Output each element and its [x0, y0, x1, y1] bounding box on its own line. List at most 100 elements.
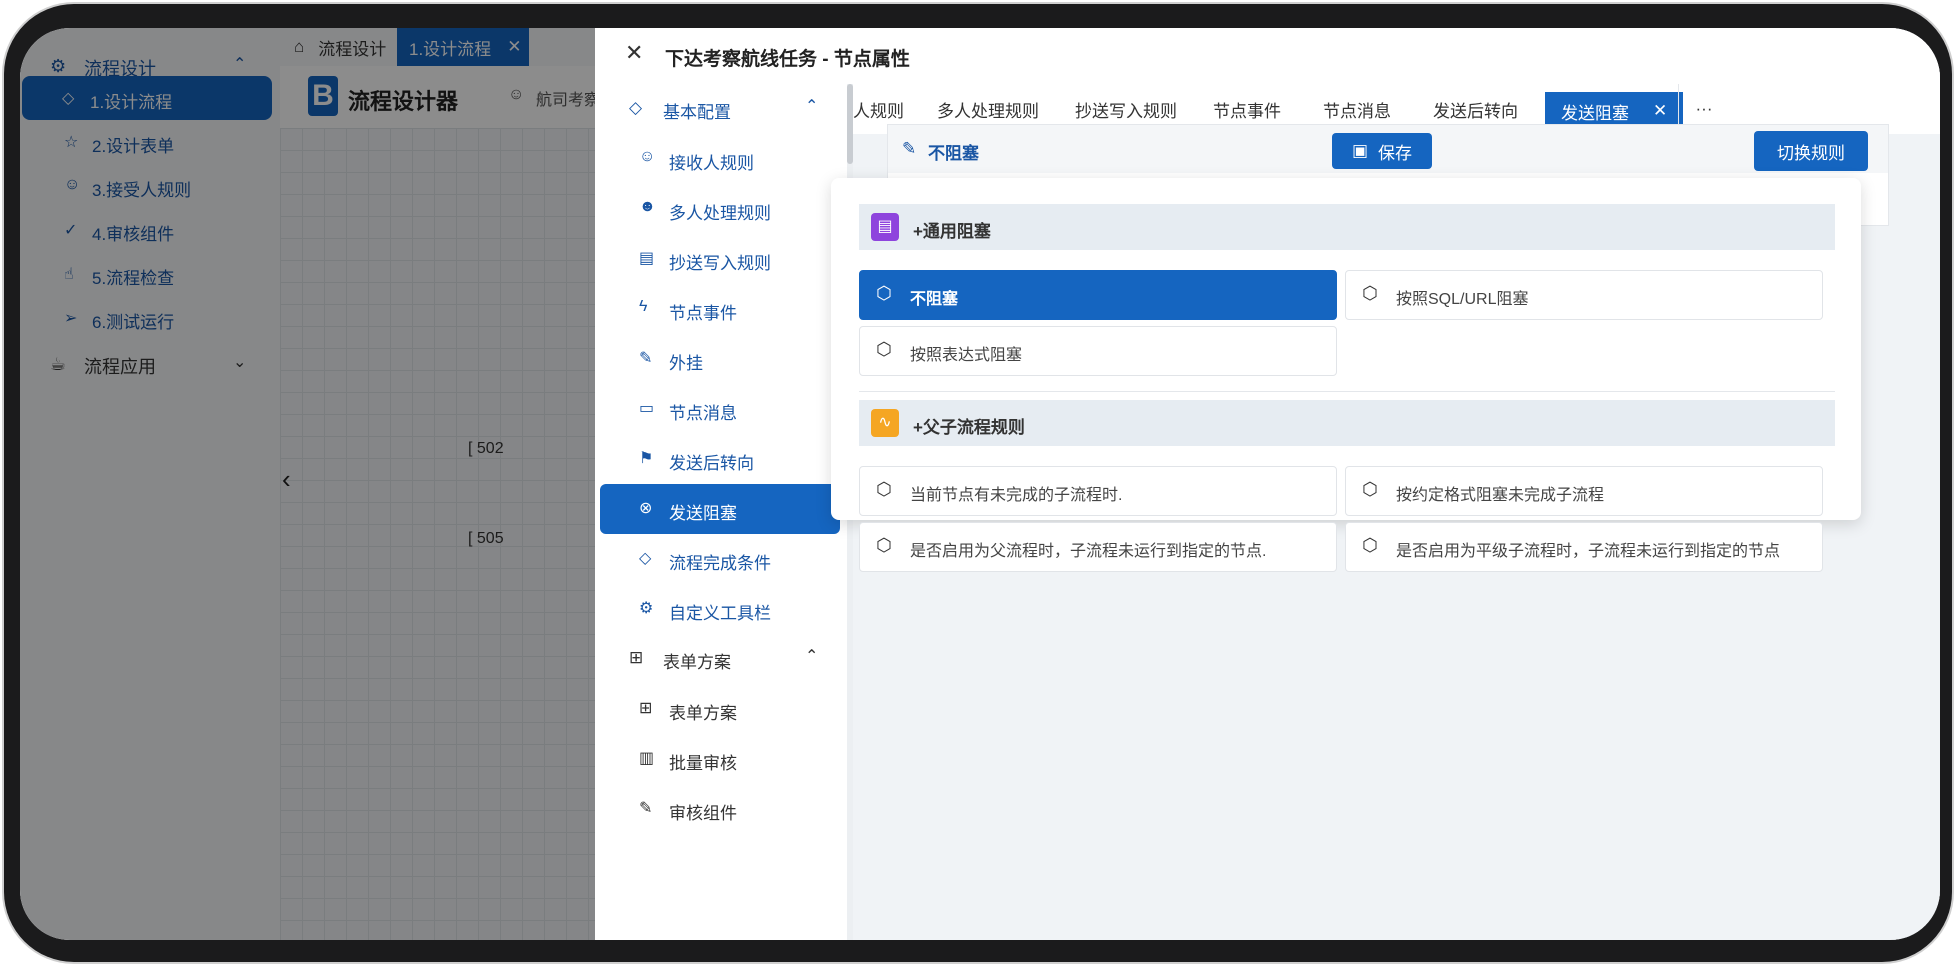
activity-icon: ∿ — [871, 409, 899, 437]
close-icon[interactable]: ✕ — [625, 40, 643, 66]
menu-item-form-scheme[interactable]: ⊞ 表单方案 — [595, 684, 847, 734]
users-icon: ☻ — [639, 198, 656, 215]
tab-label: 节点事件 — [1213, 101, 1281, 121]
screen: ⚙ 流程设计 ⌃ ◇ 1.设计流程 ☆ 2.设计表单 ☺ 3.接受人规则 ✓ 4… — [20, 28, 1940, 940]
menu-item-audit-component[interactable]: ✎ 审核组件 — [595, 784, 847, 834]
menu-item-node-messages[interactable]: ▭ 节点消息 — [595, 384, 847, 434]
option-label: 按照表达式阻塞 — [910, 347, 1023, 364]
rule-select-popup: ▤ +通用阻塞 ⬡ 不阻塞 ⬡ 按照SQL/URL阻塞 ⬡ 按照表达式阻塞 ∿ … — [831, 178, 1861, 572]
hexagon-icon: ⬡ — [876, 339, 892, 359]
option-label: 是否启用为父流程时，子流程未运行到指定的节点. — [910, 543, 1267, 560]
drawer-menu: ◇ 基本配置 ⌃ ☺ 接收人规则 ☻ 多人处理规则 ▤ 抄送写入规则 ϟ 节点事… — [595, 84, 847, 940]
menu-item-multi-rules[interactable]: ☻ 多人处理规则 — [595, 184, 847, 234]
edit-icon: ✎ — [639, 800, 653, 817]
chevron-up-icon: ⌃ — [805, 648, 819, 665]
switch-rule-button[interactable]: 切换规则 — [1754, 131, 1868, 171]
save-button[interactable]: ▣ 保存 — [1332, 133, 1432, 169]
menu-item-label: 外挂 — [669, 354, 703, 373]
menu-group-label: 表单方案 — [663, 653, 731, 672]
section-subflow-rules: ∿ +父子流程规则 — [859, 400, 1835, 446]
hexagon-icon: ⬡ — [1362, 535, 1378, 555]
option-label: 不阻塞 — [910, 291, 959, 308]
chevron-up-icon: ⌃ — [805, 98, 819, 115]
close-icon[interactable]: ✕ — [1653, 101, 1667, 121]
batch-icon: ▥ — [639, 750, 655, 767]
menu-item-complete-condition[interactable]: ◇ 流程完成条件 — [595, 534, 847, 584]
edit-icon: ✎ — [902, 139, 917, 158]
save-icon: ▣ — [1351, 141, 1369, 160]
bolt-icon: ϟ — [639, 298, 648, 315]
menu-group-form[interactable]: ⊞ 表单方案 ⌃ — [595, 634, 847, 684]
option-label: 当前节点有未完成的子流程时. — [910, 487, 1123, 504]
menu-group-basic[interactable]: ◇ 基本配置 ⌃ — [595, 84, 847, 134]
message-icon: ▭ — [639, 400, 655, 417]
option-parent-flow-node[interactable]: ⬡ 是否启用为父流程时，子流程未运行到指定的节点. — [859, 522, 1337, 572]
menu-item-custom-toolbar[interactable]: ⚙ 自定义工具栏 — [595, 584, 847, 634]
option-format-block-subflow[interactable]: ⬡ 按约定格式阻塞未完成子流程 — [1345, 466, 1823, 516]
block-icon: ⊗ — [639, 500, 653, 517]
menu-item-label: 节点消息 — [669, 404, 737, 423]
menu-item-receiver-rules[interactable]: ☺ 接收人规则 — [595, 134, 847, 184]
section-divider — [859, 391, 1835, 392]
menu-item-after-send[interactable]: ⚑ 发送后转向 — [595, 434, 847, 484]
hexagon-icon: ⬡ — [1362, 283, 1378, 303]
drawer-header: ✕ 下达考察航线任务 - 节点属性 — [595, 28, 1940, 84]
plug-icon: ✎ — [639, 350, 653, 367]
menu-item-label: 流程完成条件 — [669, 554, 771, 573]
rule-card-header: ✎ 不阻塞 ▣ 保存 切换规则 — [888, 125, 1888, 173]
option-label: 是否启用为平级子流程时，子流程未运行到指定的节点 — [1396, 543, 1781, 560]
gear-icon: ⚙ — [639, 600, 654, 617]
switch-label: 切换规则 — [1777, 143, 1845, 163]
hexagon-icon: ⬡ — [1362, 479, 1378, 499]
book-icon: ▤ — [639, 250, 655, 267]
tab-label: 发送阻塞 — [1561, 103, 1629, 123]
droplet-icon: ◇ — [629, 98, 643, 117]
menu-item-send-block[interactable]: ⊗ 发送阻塞 — [600, 484, 840, 534]
menu-item-label: 自定义工具栏 — [669, 604, 771, 623]
option-expression-block[interactable]: ⬡ 按照表达式阻塞 — [859, 326, 1337, 376]
menu-item-label: 表单方案 — [669, 704, 737, 723]
menu-item-label: 多人处理规则 — [669, 204, 771, 223]
document-icon: ▤ — [871, 213, 899, 241]
section-general-block: ▤ +通用阻塞 — [859, 204, 1835, 250]
tab-label: 人规则 — [853, 101, 904, 121]
drawer-title: 下达考察航线任务 - 节点属性 — [665, 49, 910, 70]
save-label: 保存 — [1378, 143, 1413, 163]
user-icon: ☺ — [639, 148, 656, 165]
tab-label: 节点消息 — [1323, 101, 1391, 121]
option-label: 按约定格式阻塞未完成子流程 — [1396, 487, 1605, 504]
menu-item-batch-audit[interactable]: ▥ 批量审核 — [595, 734, 847, 784]
tab-label: 发送后转向 — [1433, 101, 1518, 121]
option-sql-url-block[interactable]: ⬡ 按照SQL/URL阻塞 — [1345, 270, 1823, 320]
menu-item-label: 审核组件 — [669, 804, 737, 823]
menu-item-cc-rules[interactable]: ▤ 抄送写入规则 — [595, 234, 847, 284]
grid-icon: ⊞ — [639, 700, 653, 717]
menu-item-label: 发送阻塞 — [669, 504, 737, 523]
droplet-icon: ◇ — [639, 550, 652, 567]
current-rule-title: 不阻塞 — [928, 144, 979, 163]
signpost-icon: ⚑ — [639, 450, 654, 467]
hexagon-icon: ⬡ — [876, 479, 892, 499]
option-no-block[interactable]: ⬡ 不阻塞 — [859, 270, 1337, 320]
option-label: 按照SQL/URL阻塞 — [1396, 291, 1529, 308]
more-icon: ··· — [1695, 99, 1713, 118]
chevron-left-icon[interactable]: ‹ — [282, 464, 291, 495]
menu-item-plugin[interactable]: ✎ 外挂 — [595, 334, 847, 384]
section-title: +父子流程规则 — [913, 418, 1025, 437]
menu-item-node-events[interactable]: ϟ 节点事件 — [595, 284, 847, 334]
hexagon-icon: ⬡ — [876, 535, 892, 555]
tab-label: 抄送写入规则 — [1075, 101, 1177, 121]
grid-icon: ⊞ — [629, 648, 644, 667]
menu-item-label: 接收人规则 — [669, 154, 754, 173]
tab-label: 多人处理规则 — [937, 101, 1039, 121]
option-sibling-flow-node[interactable]: ⬡ 是否启用为平级子流程时，子流程未运行到指定的节点 — [1345, 522, 1823, 572]
menu-item-label: 发送后转向 — [669, 454, 754, 473]
option-unfinished-subflow[interactable]: ⬡ 当前节点有未完成的子流程时. — [859, 466, 1337, 516]
menu-item-label: 节点事件 — [669, 304, 737, 323]
node-properties-drawer: ✕ 下达考察航线任务 - 节点属性 ◇ 基本配置 ⌃ ☺ 接收人规则 ☻ 多人处… — [595, 28, 1940, 940]
hexagon-icon: ⬡ — [876, 283, 892, 303]
menu-item-label: 抄送写入规则 — [669, 254, 771, 273]
menu-item-label: 批量审核 — [669, 754, 737, 773]
section-title: +通用阻塞 — [913, 222, 991, 241]
menu-group-label: 基本配置 — [663, 103, 731, 122]
